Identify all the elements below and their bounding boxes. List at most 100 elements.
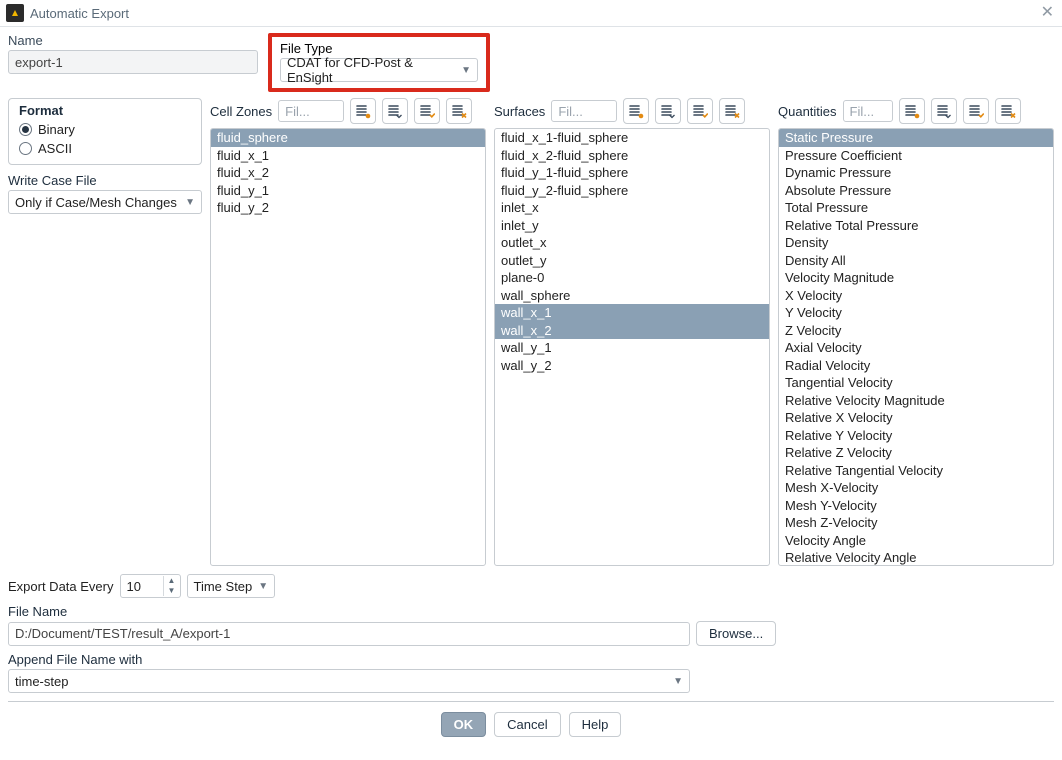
list-item[interactable]: Density All [779,252,1053,270]
list-item[interactable]: X Velocity [779,287,1053,305]
write-case-file-label: Write Case File [8,173,202,188]
list-item[interactable]: Relative Tangential Velocity [779,462,1053,480]
format-title: Format [19,103,191,118]
list-item[interactable]: Tangential Velocity [779,374,1053,392]
format-ascii-radio[interactable]: ASCII [19,141,191,156]
format-binary-radio[interactable]: Binary [19,122,191,137]
dialog-footer: OK Cancel Help [8,701,1054,737]
list-item[interactable]: Axial Velocity [779,339,1053,357]
list-item[interactable]: inlet_x [495,199,769,217]
list-item[interactable]: Total Pressure [779,199,1053,217]
list-item[interactable]: Relative Velocity Magnitude [779,392,1053,410]
list-item[interactable]: Mesh Z-Velocity [779,514,1053,532]
list-item[interactable]: Z Velocity [779,322,1053,340]
name-label: Name [8,33,258,48]
list-item[interactable]: Relative X Velocity [779,409,1053,427]
list-item[interactable]: outlet_x [495,234,769,252]
cell-zones-list[interactable]: fluid_spherefluid_x_1fluid_x_2fluid_y_1f… [210,128,486,566]
list-item[interactable]: inlet_y [495,217,769,235]
quantities-filter[interactable]: Fil... [843,100,893,122]
list-item[interactable]: Relative Total Pressure [779,217,1053,235]
browse-button[interactable]: Browse... [696,621,776,646]
filter-menu-button[interactable] [655,98,681,124]
select-all-button[interactable] [963,98,989,124]
spinner-down-icon[interactable]: ▼ [164,586,180,596]
list-item[interactable]: wall_y_1 [495,339,769,357]
list-item[interactable]: fluid_sphere [211,129,485,147]
quantities-list[interactable]: Static PressurePressure CoefficientDynam… [778,128,1054,566]
select-all-button[interactable] [687,98,713,124]
list-item[interactable]: fluid_y_1-fluid_sphere [495,164,769,182]
list-item[interactable]: plane-0 [495,269,769,287]
list-item[interactable]: Y Velocity [779,304,1053,322]
file-type-highlight: File Type CDAT for CFD-Post & EnSight ▼ [268,33,490,92]
help-button[interactable]: Help [569,712,622,737]
list-item[interactable]: Mesh Y-Velocity [779,497,1053,515]
list-item[interactable]: fluid_y_2-fluid_sphere [495,182,769,200]
surfaces-list[interactable]: fluid_x_1-fluid_spherefluid_x_2-fluid_sp… [494,128,770,566]
format-group: Format Binary ASCII [8,98,202,165]
toggle-tree-button[interactable] [350,98,376,124]
surfaces-filter[interactable]: Fil... [551,100,617,122]
list-item[interactable]: fluid_x_1 [211,147,485,165]
filter-menu-button[interactable] [382,98,408,124]
list-item[interactable]: fluid_y_2 [211,199,485,217]
write-case-file-combo[interactable]: Only if Case/Mesh Changes ▼ [8,190,202,214]
list-item[interactable]: wall_y_2 [495,357,769,375]
name-input[interactable]: export-1 [8,50,258,74]
select-none-button[interactable] [446,98,472,124]
toggle-tree-button[interactable] [899,98,925,124]
list-item[interactable]: Velocity Magnitude [779,269,1053,287]
append-combo[interactable]: time-step ▼ [8,669,690,693]
cell-zones-panel: Cell Zones Fil... fluid_spherefluid_x_1f… [210,98,486,566]
select-all-button[interactable] [414,98,440,124]
list-item[interactable]: Absolute Pressure [779,182,1053,200]
list-item[interactable]: Pressure Coefficient [779,147,1053,165]
surfaces-label: Surfaces [494,104,545,119]
list-item[interactable]: outlet_y [495,252,769,270]
list-item[interactable]: Relative Y Velocity [779,427,1053,445]
toggle-tree-button[interactable] [623,98,649,124]
file-name-input[interactable]: D:/Document/TEST/result_A/export-1 [8,622,690,646]
list-item[interactable]: fluid_x_1-fluid_sphere [495,129,769,147]
export-every-spinner[interactable]: 10 ▲ ▼ [120,574,181,598]
list-item[interactable]: Static Pressure [779,129,1053,147]
cell-zones-label: Cell Zones [210,104,272,119]
title-bar: Automatic Export ✕ [0,0,1062,27]
radio-icon [19,142,32,155]
export-every-unit-combo[interactable]: Time Step ▼ [187,574,276,598]
quantities-panel: Quantities Fil... Static PressurePressur… [778,98,1054,566]
chevron-down-icon: ▼ [258,581,268,592]
file-type-combo[interactable]: CDAT for CFD-Post & EnSight ▼ [280,58,478,82]
cell-zones-filter[interactable]: Fil... [278,100,344,122]
list-item[interactable]: wall_x_1 [495,304,769,322]
chevron-down-icon: ▼ [185,197,195,208]
list-item[interactable]: Density [779,234,1053,252]
list-item[interactable]: Dynamic Pressure [779,164,1053,182]
list-item[interactable]: wall_sphere [495,287,769,305]
list-item[interactable]: Mesh X-Velocity [779,479,1053,497]
select-none-button[interactable] [719,98,745,124]
list-item[interactable]: Relative Velocity Angle [779,549,1053,566]
close-icon[interactable]: ✕ [1041,5,1054,21]
list-item[interactable]: fluid_y_1 [211,182,485,200]
chevron-down-icon: ▼ [673,676,683,687]
export-every-label: Export Data Every [8,579,114,594]
list-item[interactable]: Velocity Angle [779,532,1053,550]
radio-icon [19,123,32,136]
file-name-label: File Name [8,604,1054,619]
surfaces-panel: Surfaces Fil... fluid_x_1-fluid_spherefl… [494,98,770,566]
ok-button[interactable]: OK [441,712,487,737]
cancel-button[interactable]: Cancel [494,712,560,737]
window-title: Automatic Export [30,6,129,21]
append-label: Append File Name with [8,652,1054,667]
list-item[interactable]: fluid_x_2-fluid_sphere [495,147,769,165]
filter-menu-button[interactable] [931,98,957,124]
list-item[interactable]: wall_x_2 [495,322,769,340]
quantities-label: Quantities [778,104,837,119]
select-none-button[interactable] [995,98,1021,124]
list-item[interactable]: Relative Z Velocity [779,444,1053,462]
list-item[interactable]: fluid_x_2 [211,164,485,182]
list-item[interactable]: Radial Velocity [779,357,1053,375]
spinner-up-icon[interactable]: ▲ [164,576,180,586]
